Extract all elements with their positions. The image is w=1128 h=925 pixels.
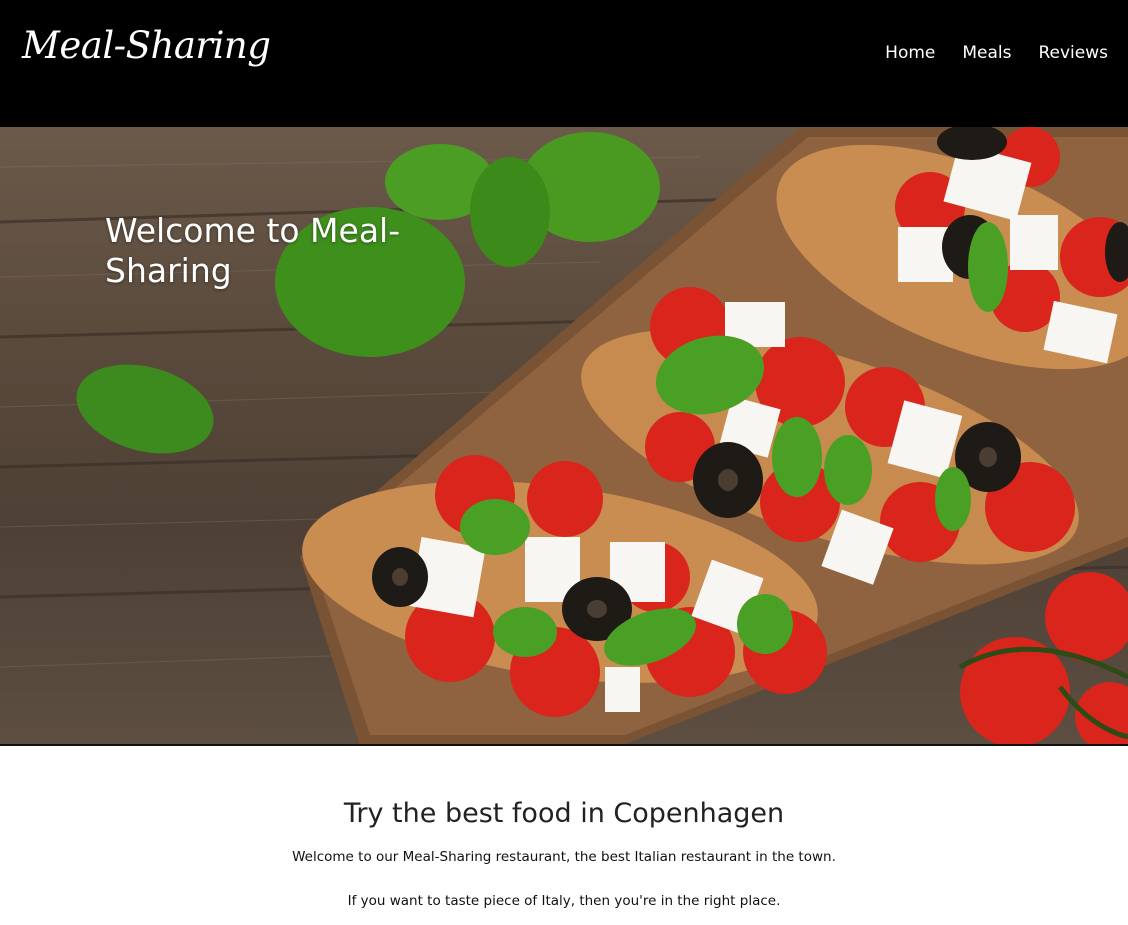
intro-paragraph-1: Welcome to our Meal-Sharing restaurant, … xyxy=(292,849,836,865)
top-navbar: Meal-Sharing Home Meals Reviews xyxy=(0,0,1128,127)
nav-link-reviews[interactable]: Reviews xyxy=(1038,43,1108,63)
intro-heading: Try the best food in Copenhagen xyxy=(343,798,785,829)
nav-link-meals[interactable]: Meals xyxy=(962,43,1011,63)
hero-title: Welcome to Meal-Sharing xyxy=(105,211,401,290)
nav-link-home[interactable]: Home xyxy=(885,43,935,63)
intro-paragraph-2: If you want to taste piece of Italy, the… xyxy=(347,893,781,909)
hero-banner: Welcome to Meal-Sharing xyxy=(0,127,1128,746)
intro-section: Try the best food in Copenhagen Welcome … xyxy=(0,746,1128,925)
main-nav: Home Meals Reviews xyxy=(885,43,1108,63)
site-logo[interactable]: Meal-Sharing xyxy=(22,24,271,67)
